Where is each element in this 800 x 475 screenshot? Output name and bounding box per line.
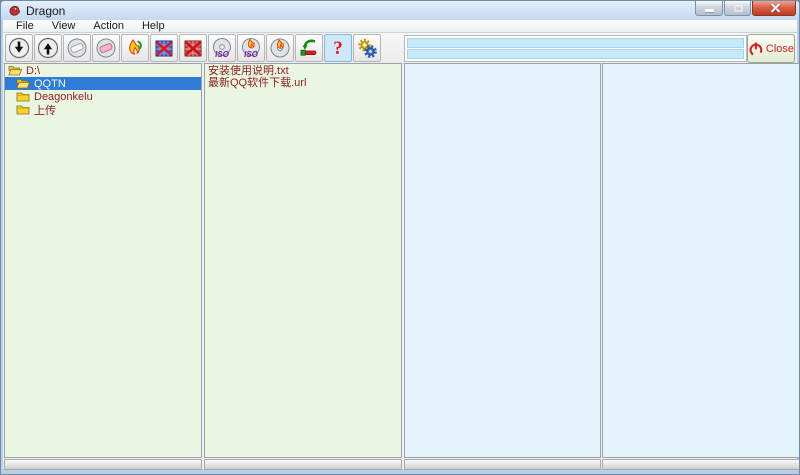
cancel-blue-button[interactable] — [150, 34, 178, 62]
create-iso-button[interactable]: ISO — [208, 34, 236, 62]
burn-iso-button[interactable]: ISO — [237, 34, 265, 62]
folder-closed-icon — [16, 91, 30, 102]
window-title: Dragon — [26, 3, 66, 18]
cancel-red-button[interactable] — [179, 34, 207, 62]
arrow-up-disc-icon — [37, 37, 59, 59]
folder-open-icon — [8, 65, 22, 76]
folder-closed-icon — [16, 104, 30, 115]
burn-disc-button[interactable] — [266, 34, 294, 62]
disc-burn-icon — [270, 38, 290, 58]
menu-file[interactable]: File — [7, 20, 43, 32]
empty-panel-left[interactable] — [404, 63, 601, 458]
power-icon — [749, 42, 763, 56]
toolbar: ISO ISO ? Close — [3, 33, 797, 64]
client-area: File View Action Help ISO ISO ? Close D:… — [3, 20, 799, 471]
horizontal-scrollbar-files[interactable] — [204, 459, 402, 470]
arrow-down-disc-icon — [8, 37, 30, 59]
folder-open-icon — [16, 78, 30, 89]
wipe-disc-button[interactable] — [63, 34, 91, 62]
menu-action[interactable]: Action — [84, 20, 133, 32]
tree-item-label: D:\ — [26, 64, 41, 77]
menu-help[interactable]: Help — [133, 20, 174, 32]
progress-area — [404, 35, 747, 62]
menu-view[interactable]: View — [43, 20, 85, 32]
menu-bar: File View Action Help — [3, 20, 797, 33]
iso-label: ISO — [244, 50, 258, 59]
tree-item-upload[interactable]: 上传 — [5, 103, 201, 117]
folder-tree-panel[interactable]: D:\ QQTN Deagonkelu 上传 — [4, 63, 202, 458]
panel-area: D:\ QQTN Deagonkelu 上传 安装使用说明.txt 最新QQ软件… — [4, 63, 799, 458]
eject-button[interactable] — [295, 34, 323, 62]
maximize-icon[interactable] — [724, 1, 751, 16]
file-item-label: 安装使用说明.txt — [208, 65, 289, 77]
file-item-download-url[interactable]: 最新QQ软件下载.url — [205, 77, 401, 89]
erase-disc-button[interactable] — [92, 34, 120, 62]
disc-wipe-icon — [67, 38, 87, 58]
flame-convert-icon — [129, 39, 142, 55]
horizontal-scrollbar-tree[interactable] — [4, 459, 202, 470]
file-list-panel[interactable]: 安装使用说明.txt 最新QQ软件下载.url — [204, 63, 402, 458]
file-item-readme[interactable]: 安装使用说明.txt — [205, 65, 401, 77]
question-mark-icon: ? — [333, 37, 343, 59]
close-session-button[interactable]: Close — [747, 34, 795, 63]
horizontal-scrollbar-panel4[interactable] — [602, 459, 799, 470]
app-window: Dragon File View Action Help ISO ISO ? C… — [0, 0, 800, 475]
tree-item-label: QQTN — [34, 77, 66, 90]
read-disc-button[interactable] — [34, 34, 62, 62]
close-window-icon[interactable] — [752, 1, 796, 16]
settings-button[interactable] — [353, 34, 381, 62]
iso-label: ISO — [215, 50, 229, 59]
dragon-icon — [8, 4, 21, 17]
write-disc-button[interactable] — [5, 34, 33, 62]
title-bar[interactable]: Dragon — [1, 1, 799, 20]
tree-item-drive[interactable]: D:\ — [5, 64, 201, 77]
progress-bar-bottom — [407, 49, 744, 59]
eject-disc-icon — [300, 39, 317, 56]
tree-item-qqtn[interactable]: QQTN — [5, 77, 201, 90]
bottom-bar — [4, 459, 799, 471]
tree-item-label: 上传 — [34, 104, 56, 117]
disc-erase-icon — [96, 38, 116, 58]
empty-panel-right[interactable] — [602, 63, 799, 458]
convert-image-button[interactable] — [121, 34, 149, 62]
help-button[interactable]: ? — [324, 34, 352, 62]
grid-cross-red-icon — [184, 40, 202, 57]
grid-cross-blue-icon — [155, 40, 173, 57]
horizontal-scrollbar-panel3[interactable] — [404, 459, 601, 470]
progress-bar-top — [407, 38, 744, 48]
minimize-icon[interactable] — [695, 1, 723, 16]
close-button-label: Close — [765, 42, 794, 55]
gears-icon — [358, 38, 377, 58]
file-item-label: 最新QQ软件下载.url — [208, 77, 307, 89]
